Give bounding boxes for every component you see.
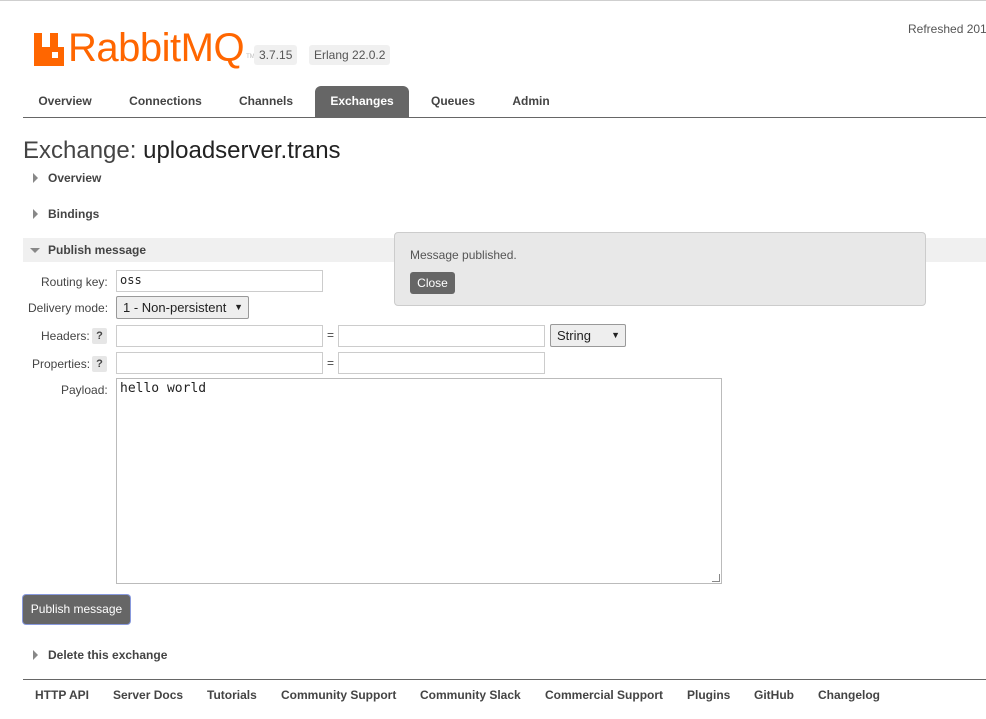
main-nav-tabs: Overview Connections Channels Exchanges … bbox=[23, 86, 986, 118]
popup-message: Message published. bbox=[410, 248, 517, 262]
delivery-mode-value: 1 - Non-persistent bbox=[123, 300, 227, 315]
footer-link-server-docs[interactable]: Server Docs bbox=[113, 688, 183, 702]
properties-label: Properties: bbox=[32, 357, 91, 371]
headers-label: Headers: bbox=[41, 329, 90, 343]
close-button[interactable]: Close bbox=[410, 272, 455, 294]
page-title-prefix: Exchange: bbox=[23, 137, 137, 164]
expand-arrow-icon bbox=[33, 173, 38, 183]
collapse-arrow-icon bbox=[30, 248, 40, 253]
dropdown-caret-icon: ▼ bbox=[611, 330, 620, 340]
header-key-input[interactable] bbox=[116, 325, 323, 347]
property-key-input[interactable] bbox=[116, 352, 323, 374]
footer-link-plugins[interactable]: Plugins bbox=[687, 688, 730, 702]
payload-text: hello world bbox=[120, 381, 207, 396]
footer-link-community-slack[interactable]: Community Slack bbox=[420, 688, 521, 702]
erlang-version-badge: Erlang 22.0.2 bbox=[309, 45, 391, 65]
footer-link-community-support[interactable]: Community Support bbox=[281, 688, 396, 702]
rabbit-icon bbox=[34, 33, 64, 66]
section-overview[interactable]: Overview bbox=[23, 166, 986, 190]
section-publish-label: Publish message bbox=[48, 243, 147, 257]
top-border bbox=[0, 0, 986, 1]
payload-label: Payload: bbox=[61, 383, 108, 397]
delivery-mode-label: Delivery mode: bbox=[28, 301, 109, 315]
tab-overview[interactable]: Overview bbox=[26, 86, 104, 117]
section-delete-exchange[interactable]: Delete this exchange bbox=[23, 643, 986, 667]
tab-channels[interactable]: Channels bbox=[226, 86, 306, 117]
section-bindings-label: Bindings bbox=[48, 207, 100, 221]
routing-key-input[interactable]: oss bbox=[116, 270, 323, 292]
routing-key-label: Routing key: bbox=[41, 275, 108, 289]
equals-sign: = bbox=[327, 356, 335, 370]
page-title: Exchange: uploadserver.trans bbox=[23, 137, 341, 165]
tab-exchanges[interactable]: Exchanges bbox=[315, 86, 409, 117]
dropdown-caret-icon: ▼ bbox=[234, 302, 243, 312]
footer-link-changelog[interactable]: Changelog bbox=[818, 688, 880, 702]
headers-help-icon[interactable]: ? bbox=[92, 328, 107, 344]
rabbitmq-logo[interactable]: RabbitMQ TM bbox=[34, 26, 255, 70]
tab-queues[interactable]: Queues bbox=[419, 86, 487, 117]
property-value-input[interactable] bbox=[338, 352, 545, 374]
resize-handle-icon[interactable] bbox=[712, 574, 720, 582]
section-bindings[interactable]: Bindings bbox=[23, 202, 986, 226]
publish-message-button[interactable]: Publish message bbox=[23, 595, 130, 624]
refreshed-status: Refreshed 201 bbox=[908, 22, 986, 36]
properties-help-icon[interactable]: ? bbox=[92, 356, 107, 372]
equals-sign: = bbox=[327, 328, 335, 342]
footer-link-github[interactable]: GitHub bbox=[754, 688, 794, 702]
header-type-select[interactable]: String ▼ bbox=[550, 324, 626, 347]
header-type-value: String bbox=[557, 328, 591, 343]
version-badge: 3.7.15 bbox=[254, 45, 298, 65]
expand-arrow-icon bbox=[33, 209, 38, 219]
message-published-popup: Message published. Close bbox=[394, 232, 926, 306]
footer-link-tutorials[interactable]: Tutorials bbox=[207, 688, 257, 702]
header-value-input[interactable] bbox=[338, 325, 545, 347]
delivery-mode-select[interactable]: 1 - Non-persistent ▼ bbox=[116, 296, 249, 319]
brand-name: RabbitMQ bbox=[68, 26, 245, 70]
tab-connections[interactable]: Connections bbox=[116, 86, 215, 117]
footer-divider bbox=[23, 679, 986, 680]
exchange-name: uploadserver.trans bbox=[143, 137, 341, 164]
tab-admin[interactable]: Admin bbox=[498, 86, 564, 117]
footer-link-http-api[interactable]: HTTP API bbox=[35, 688, 89, 702]
section-delete-label: Delete this exchange bbox=[48, 648, 168, 662]
expand-arrow-icon bbox=[33, 650, 38, 660]
section-overview-label: Overview bbox=[48, 171, 102, 185]
footer-link-commercial-support[interactable]: Commercial Support bbox=[545, 688, 663, 702]
payload-textarea[interactable]: hello world bbox=[116, 378, 722, 584]
